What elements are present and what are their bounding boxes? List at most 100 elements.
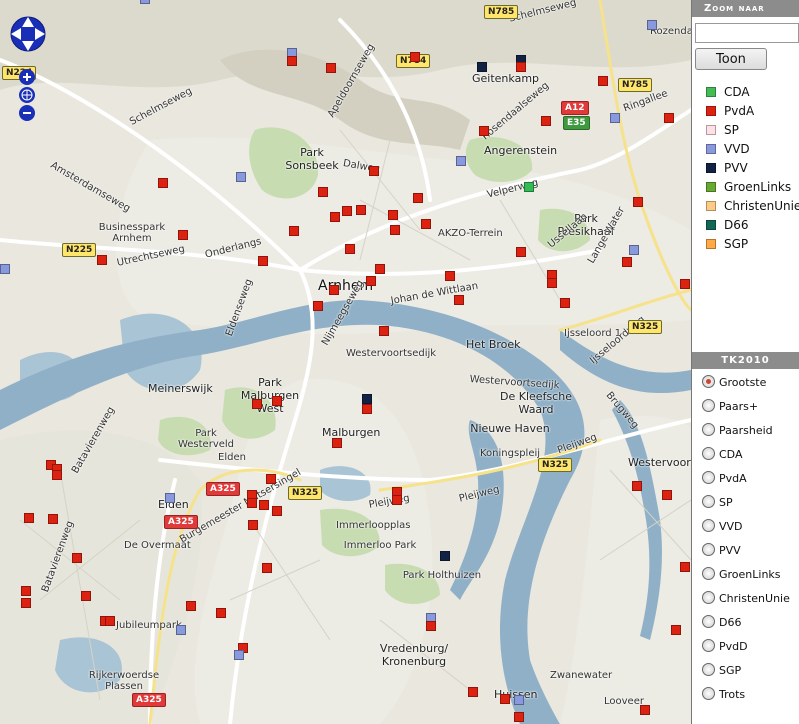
radio-button[interactable] (702, 399, 715, 412)
marker-pvda[interactable] (186, 601, 196, 611)
marker-pvda[interactable] (622, 257, 632, 267)
marker-pvda[interactable] (516, 247, 526, 257)
marker-vvd[interactable] (234, 650, 244, 660)
marker-pvv[interactable] (362, 394, 372, 404)
marker-pvda[interactable] (24, 513, 34, 523)
marker-pvda[interactable] (392, 495, 402, 505)
tk-option[interactable]: Paarsheid (702, 421, 773, 441)
marker-pvda[interactable] (445, 271, 455, 281)
marker-vvd[interactable] (0, 264, 10, 274)
marker-pvda[interactable] (664, 113, 674, 123)
marker-vvd[interactable] (165, 493, 175, 503)
marker-vvd[interactable] (140, 0, 150, 4)
marker-pvda[interactable] (547, 278, 557, 288)
marker-pvda[interactable] (454, 295, 464, 305)
marker-pvda[interactable] (72, 553, 82, 563)
radio-button[interactable] (702, 543, 715, 556)
tk-option[interactable]: PVV (702, 541, 741, 561)
marker-pvda[interactable] (516, 62, 526, 72)
zoom-in-icon[interactable] (19, 69, 35, 85)
marker-pvda[interactable] (632, 481, 642, 491)
marker-pvda[interactable] (258, 256, 268, 266)
marker-vvd[interactable] (647, 20, 657, 30)
marker-pvda[interactable] (426, 621, 436, 631)
radio-button[interactable] (702, 567, 715, 580)
marker-pvda[interactable] (345, 244, 355, 254)
pan-control[interactable] (10, 16, 46, 52)
zoom-out-icon[interactable] (19, 105, 35, 121)
marker-pvda[interactable] (216, 608, 226, 618)
marker-pvda[interactable] (375, 264, 385, 274)
marker-cda[interactable] (524, 182, 534, 192)
marker-pvv[interactable] (440, 551, 450, 561)
marker-vvd[interactable] (236, 172, 246, 182)
marker-pvda[interactable] (421, 219, 431, 229)
marker-pvda[interactable] (105, 616, 115, 626)
marker-pvda[interactable] (640, 705, 650, 715)
marker-pvda[interactable] (287, 56, 297, 66)
marker-pvda[interactable] (97, 255, 107, 265)
marker-pvda[interactable] (356, 205, 366, 215)
map-view[interactable]: Schelmseweg Schelmseweg Rozenda Geitenkamp R… (0, 0, 692, 724)
tk-option[interactable]: GroenLinks (702, 565, 781, 585)
radio-button[interactable] (702, 687, 715, 700)
marker-pvda[interactable] (379, 326, 389, 336)
marker-pvda[interactable] (272, 396, 282, 406)
marker-pvda[interactable] (259, 500, 269, 510)
marker-pvda[interactable] (158, 178, 168, 188)
tk-option[interactable]: D66 (702, 613, 741, 633)
marker-pvda[interactable] (366, 276, 376, 286)
radio-button[interactable] (702, 639, 715, 652)
marker-pvda[interactable] (342, 206, 352, 216)
marker-pvda[interactable] (289, 226, 299, 236)
marker-pvda[interactable] (500, 694, 510, 704)
marker-pvda[interactable] (468, 687, 478, 697)
marker-pvda[interactable] (413, 193, 423, 203)
marker-pvda[interactable] (680, 562, 690, 572)
tk-option[interactable]: ChristenUnie (702, 589, 790, 609)
marker-vvd[interactable] (456, 156, 466, 166)
marker-pvv[interactable] (477, 62, 487, 72)
marker-pvda[interactable] (671, 625, 681, 635)
marker-pvda[interactable] (329, 285, 339, 295)
marker-vvd[interactable] (514, 695, 524, 705)
marker-pvda[interactable] (330, 212, 340, 222)
marker-pvda[interactable] (680, 279, 690, 289)
marker-pvda[interactable] (52, 470, 62, 480)
marker-pvda[interactable] (178, 230, 188, 240)
toon-button[interactable]: Toon (695, 48, 767, 70)
marker-pvda[interactable] (479, 126, 489, 136)
marker-vvd[interactable] (610, 113, 620, 123)
marker-pvda[interactable] (633, 197, 643, 207)
tk-option[interactable]: Paars+ (702, 397, 758, 417)
tk-option[interactable]: Grootste (702, 373, 766, 393)
marker-pvda[interactable] (81, 591, 91, 601)
marker-pvda[interactable] (326, 63, 336, 73)
tk-option[interactable]: PvdA (702, 469, 747, 489)
marker-pvda[interactable] (598, 76, 608, 86)
globe-icon[interactable] (19, 87, 35, 103)
marker-pvda[interactable] (388, 210, 398, 220)
radio-button[interactable] (702, 375, 715, 388)
radio-button[interactable] (702, 423, 715, 436)
marker-pvda[interactable] (369, 166, 379, 176)
marker-pvda[interactable] (662, 490, 672, 500)
marker-pvda[interactable] (272, 506, 282, 516)
marker-vvd[interactable] (629, 245, 639, 255)
radio-button[interactable] (702, 591, 715, 604)
marker-pvda[interactable] (48, 514, 58, 524)
marker-pvda[interactable] (21, 598, 31, 608)
tk-option[interactable]: PvdD (702, 637, 748, 657)
radio-button[interactable] (702, 519, 715, 532)
tk-option[interactable]: SGP (702, 661, 741, 681)
marker-pvda[interactable] (560, 298, 570, 308)
marker-pvda[interactable] (252, 399, 262, 409)
marker-pvda[interactable] (541, 116, 551, 126)
marker-pvda[interactable] (313, 301, 323, 311)
radio-button[interactable] (702, 447, 715, 460)
marker-pvda[interactable] (247, 498, 257, 508)
marker-pvda[interactable] (248, 520, 258, 530)
marker-pvda[interactable] (318, 187, 328, 197)
marker-pvda[interactable] (410, 52, 420, 62)
radio-button[interactable] (702, 663, 715, 676)
